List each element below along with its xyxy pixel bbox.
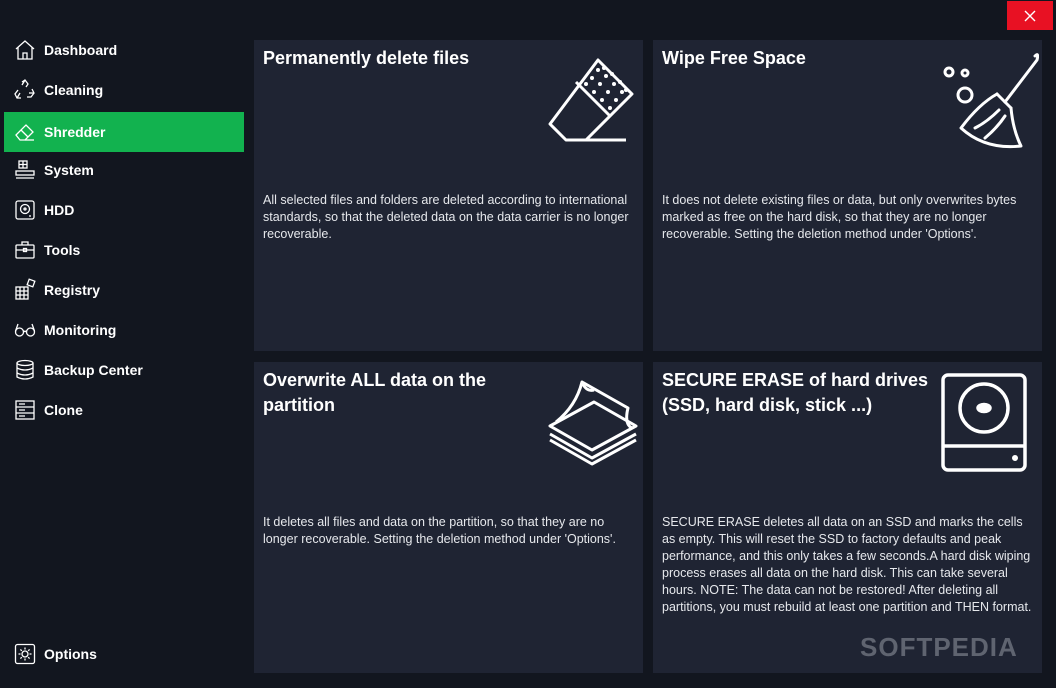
sidebar-item-backup-center[interactable]: Backup Center — [4, 350, 244, 390]
card-permanently-delete-files[interactable]: Permanently delete files All selected fi… — [254, 40, 643, 351]
card-description: All selected files and folders are delet… — [263, 193, 629, 241]
toolbox-icon — [12, 237, 38, 263]
sidebar-item-label: Registry — [44, 282, 101, 298]
card-title: Overwrite ALL data on the partition — [263, 370, 487, 415]
close-icon — [1024, 10, 1036, 21]
close-button[interactable] — [1007, 1, 1053, 30]
card-overwrite-all-data[interactable]: Overwrite ALL data on the partition It d… — [254, 362, 643, 673]
sidebar-item-label: HDD — [44, 202, 75, 218]
eraser-icon — [12, 119, 38, 145]
gear-icon — [12, 641, 38, 667]
sidebar-item-dashboard[interactable]: Dashboard — [4, 30, 244, 70]
sidebar-item-registry[interactable]: Registry — [4, 270, 244, 310]
sidebar-item-label: Dashboard — [44, 42, 118, 58]
sidebar-item-label: Shredder — [44, 124, 106, 140]
sidebar-item-options[interactable]: Options — [4, 634, 244, 674]
sidebar-item-label: Clone — [44, 402, 83, 418]
sidebar-item-cleaning[interactable]: Cleaning — [4, 70, 244, 110]
card-description: SECURE ERASE deletes all data on an SSD … — [662, 515, 1032, 614]
paper-stack-icon — [546, 378, 640, 471]
database-icon — [12, 357, 38, 383]
system-icon — [12, 157, 38, 183]
sidebar-item-label: Cleaning — [44, 82, 104, 98]
sidebar-item-label: System — [44, 162, 94, 178]
eraser-icon — [546, 54, 636, 151]
hard-drive-icon — [939, 372, 1029, 477]
clone-icon — [12, 397, 38, 423]
card-title: Permanently delete files — [263, 48, 470, 68]
sidebar-item-system[interactable]: System — [4, 150, 244, 190]
glasses-icon — [12, 317, 38, 343]
card-title: Wipe Free Space — [662, 48, 806, 68]
sidebar-item-shredder[interactable]: Shredder — [4, 112, 244, 152]
sidebar-item-monitoring[interactable]: Monitoring — [4, 310, 244, 350]
home-icon — [12, 37, 38, 63]
card-description: It deletes all files and data on the par… — [263, 515, 616, 546]
card-secure-erase[interactable]: SECURE ERASE of hard drives (SSD, hard d… — [653, 362, 1042, 673]
sidebar-item-hdd[interactable]: HDD — [4, 190, 244, 230]
hdd-icon — [12, 197, 38, 223]
card-title: SECURE ERASE of hard drives (SSD, hard d… — [662, 370, 929, 415]
sidebar-item-label: Tools — [44, 242, 81, 258]
sidebar-item-label: Backup Center — [44, 362, 143, 378]
sidebar-item-tools[interactable]: Tools — [4, 230, 244, 270]
sidebar-item-label: Monitoring — [44, 322, 117, 338]
sidebar-item-clone[interactable]: Clone — [4, 390, 244, 430]
watermark: SOFTPEDIA — [860, 632, 1018, 662]
sidebar-item-label: Options — [44, 646, 97, 662]
recycle-icon — [12, 77, 38, 103]
registry-icon — [12, 277, 38, 303]
broom-icon — [939, 50, 1040, 155]
card-wipe-free-space[interactable]: Wipe Free Space It does not delete exist… — [653, 40, 1042, 351]
sidebar: Dashboard Cleaning Shredder System HDD T… — [0, 0, 248, 688]
card-description: It does not delete existing files or dat… — [662, 193, 1017, 241]
